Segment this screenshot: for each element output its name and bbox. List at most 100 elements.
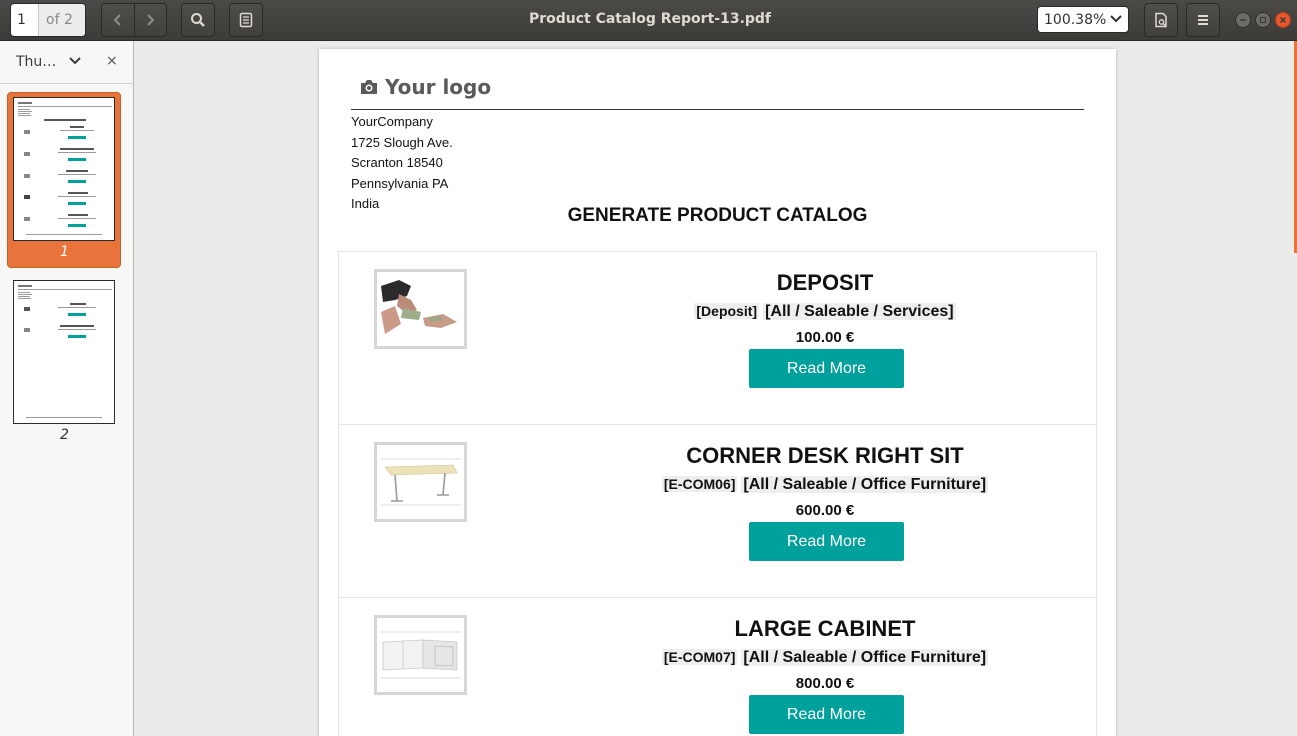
main-menu-button[interactable]	[1186, 3, 1220, 37]
read-more-button[interactable]: Read More	[749, 695, 904, 734]
maximize-button[interactable]	[1255, 12, 1271, 28]
product-image	[374, 615, 467, 695]
sidebar-header: Thu… ×	[0, 41, 133, 84]
thumb-btn	[68, 180, 86, 183]
thumb-img	[24, 195, 30, 199]
sidebar: Thu… × 1 2	[0, 41, 134, 736]
page-number-field[interactable]: 1 of 2	[10, 3, 86, 37]
product-name: DEPOSIT	[776, 270, 874, 295]
thumb-rule	[18, 289, 112, 290]
thumb-line	[18, 111, 32, 112]
sidebar-close-button[interactable]: ×	[106, 53, 118, 69]
thumb-img	[24, 217, 30, 221]
document-properties-button[interactable]	[1144, 3, 1178, 37]
thumb-meta	[58, 218, 96, 219]
thumb-img	[24, 130, 30, 134]
previous-page-button[interactable]	[102, 4, 134, 36]
product-meta: [E-COM06] [All / Saleable / Office Furnit…	[619, 476, 1031, 494]
product-category: [All / Saleable / Services]	[763, 303, 956, 320]
product-card: DEPOSIT [Deposit] [All / Saleable / Servi…	[338, 251, 1097, 425]
product-code: [Deposit]	[694, 303, 760, 319]
address-line: YourCompany	[351, 114, 433, 129]
address-line: 1725 Slough Ave.	[351, 134, 453, 150]
maximize-icon	[1259, 16, 1267, 24]
thumb-btn	[68, 136, 86, 139]
thumb-name	[70, 126, 84, 128]
catalog-title: GENERATE PRODUCT CATALOG	[567, 205, 868, 226]
next-page-button[interactable]	[134, 4, 166, 36]
product-code: [E-COM06]	[661, 476, 738, 492]
thumb-line	[18, 298, 31, 299]
sidebar-mode-label[interactable]: Thu…	[16, 54, 56, 70]
current-page-input[interactable]: 1	[11, 4, 39, 36]
deposit-image	[377, 272, 464, 346]
thumb-img	[24, 307, 30, 311]
thumb-btn	[68, 158, 86, 161]
thumb-line	[18, 115, 31, 116]
thumb-footer	[26, 234, 102, 235]
thumb-meta	[58, 307, 96, 308]
thumb-rule	[18, 106, 112, 107]
thumbnail-label-2: 2	[60, 427, 69, 443]
thumb-btn	[68, 224, 86, 227]
thumb-btn	[68, 313, 86, 316]
hamburger-menu-icon	[1198, 15, 1208, 25]
thumb-line	[18, 292, 30, 293]
search-icon	[191, 13, 205, 27]
thumb-name	[70, 303, 86, 305]
thumb-img	[24, 328, 30, 332]
company-logo: Your logo	[359, 75, 491, 99]
thumb-img	[24, 152, 30, 156]
thumb-name	[66, 170, 88, 172]
product-card: CORNER DESK RIGHT SIT [E-COM06] [All / Sa…	[338, 424, 1097, 598]
thumb-name	[68, 192, 88, 194]
chevron-left-icon	[113, 14, 121, 26]
product-image	[374, 442, 467, 522]
thumb-name	[60, 148, 94, 150]
company-address: YourCompany 1725 Slough Ave. Scranton 18…	[351, 112, 453, 215]
camera-icon	[361, 80, 377, 94]
desk-image	[377, 445, 464, 519]
product-image	[374, 269, 467, 349]
chevron-right-icon	[147, 14, 155, 26]
read-more-button[interactable]: Read More	[749, 349, 904, 388]
document-view[interactable]: Your logo YourCompany 1725 Slough Ave. S…	[135, 41, 1297, 736]
product-category: [All / Saleable / Office Furniture]	[741, 476, 989, 493]
annotations-button[interactable]	[229, 3, 263, 37]
address-line: Scranton 18540	[351, 155, 443, 170]
thumb-title	[44, 119, 86, 121]
product-code: [E-COM07]	[661, 649, 738, 665]
logo-text: Your logo	[385, 75, 492, 99]
minimize-button[interactable]	[1235, 12, 1251, 28]
close-window-button[interactable]	[1275, 12, 1291, 28]
minimize-icon	[1240, 19, 1246, 21]
thumb-meta	[58, 174, 96, 175]
document-properties-icon	[1155, 12, 1167, 28]
thumbnail-page-2[interactable]	[13, 280, 115, 424]
zoom-select[interactable]: 100.38%	[1037, 6, 1129, 33]
page-nav-group	[101, 3, 167, 37]
header-bar: 1 of 2 Product Catalog Report-13.pdf 100…	[0, 0, 1297, 41]
page-total-label: of 2	[39, 4, 85, 36]
search-button[interactable]	[181, 3, 215, 37]
thumb-line	[18, 113, 30, 114]
thumb-line	[18, 294, 32, 295]
thumb-line	[18, 296, 30, 297]
thumb-footer	[26, 417, 102, 418]
thumb-meta	[58, 152, 96, 153]
thumb-img	[24, 174, 30, 178]
product-card: LARGE CABINET [E-COM07] [All / Saleable /…	[338, 597, 1097, 736]
thumbnail-page-1[interactable]	[13, 97, 115, 241]
header-rule	[351, 109, 1084, 110]
thumb-meta	[58, 196, 96, 197]
thumb-btn	[68, 335, 86, 338]
thumb-btn	[68, 202, 86, 205]
pdf-page: Your logo YourCompany 1725 Slough Ave. S…	[319, 49, 1116, 736]
product-price: 100.00 €	[795, 329, 855, 346]
thumb-name	[60, 325, 94, 327]
thumb-line	[18, 109, 30, 110]
read-more-button[interactable]: Read More	[749, 522, 904, 561]
chevron-down-icon[interactable]	[68, 55, 82, 67]
zoom-value: 100.38%	[1044, 12, 1107, 28]
thumb-logo	[18, 285, 32, 287]
